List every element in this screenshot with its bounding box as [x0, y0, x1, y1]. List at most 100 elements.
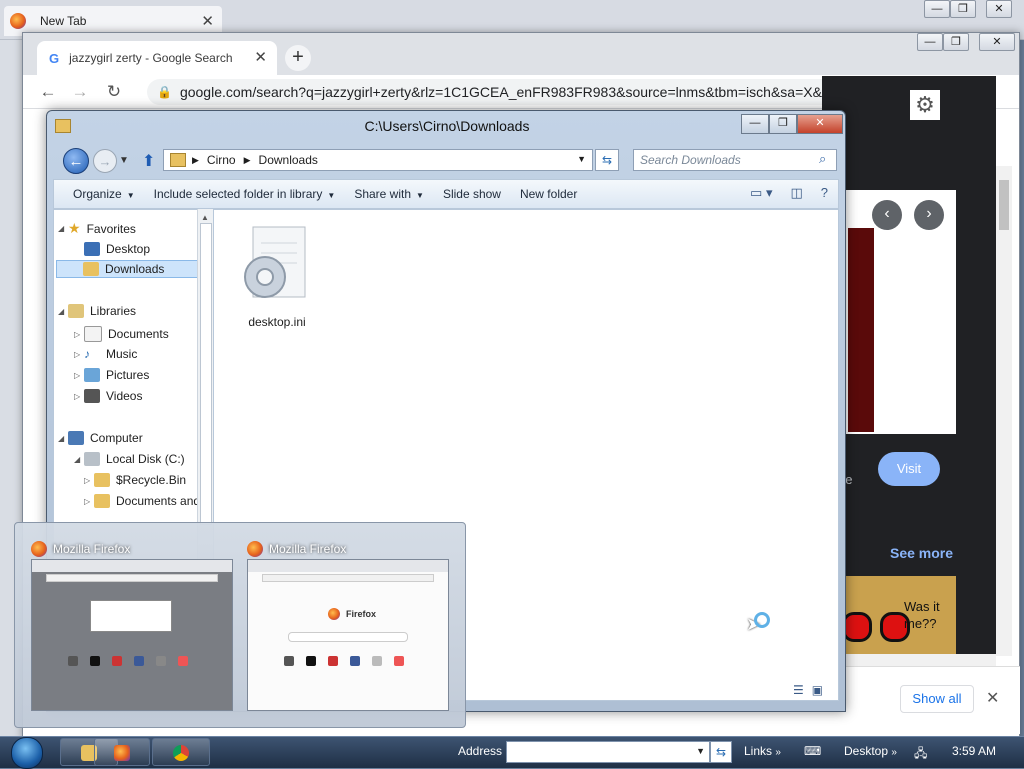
close-tab-icon[interactable]: ✕ [201, 12, 214, 30]
breadcrumb-item[interactable]: Downloads [259, 153, 318, 167]
show-all-downloads-button[interactable]: Show all [900, 685, 974, 713]
breadcrumb[interactable]: ▶ Cirno ▶ Downloads ▼ [163, 149, 593, 171]
expand-icon[interactable]: ◢ [58, 434, 68, 443]
window-title: C:\Users\Cirno\Downloads [364, 118, 530, 134]
search-input[interactable]: Search Downloads [633, 149, 837, 171]
new-tab-button[interactable]: + [285, 45, 311, 71]
windows-logo-icon [11, 737, 43, 769]
window-thumbnail[interactable] [31, 559, 233, 711]
firefox-icon [10, 13, 26, 29]
nav-music[interactable]: ▷ ♪ Music [74, 347, 137, 361]
chevron-right-icon: » [891, 747, 897, 758]
forward-arrow-icon[interactable]: → [93, 149, 117, 173]
see-more-link[interactable]: See more [890, 545, 953, 561]
slide-show-button[interactable]: Slide show [443, 187, 501, 201]
history-dropdown-icon[interactable]: ▼ [119, 155, 129, 166]
network-icon[interactable]: 🖧 [914, 744, 927, 765]
close-tab-icon[interactable]: ✕ [254, 48, 267, 66]
expand-icon[interactable]: ◢ [74, 455, 84, 464]
links-toolbar[interactable]: Links » [744, 744, 781, 758]
search-icon[interactable]: ⌕ [819, 151, 826, 167]
change-view-icon[interactable]: ▭ ▾ [750, 185, 772, 201]
address-toolbar-input[interactable]: ▼ [506, 741, 710, 763]
chevron-down-icon[interactable]: ▼ [696, 746, 705, 756]
details-view-icon[interactable]: ☰ [793, 683, 804, 697]
page-scrollbar[interactable] [996, 166, 1012, 656]
chrome-tab-title: jazzygirl zerty - Google Search [69, 51, 233, 65]
expand-icon[interactable]: ▷ [84, 497, 94, 506]
start-button[interactable] [4, 736, 48, 769]
drive-icon [84, 452, 100, 466]
close-button[interactable]: ✕ [979, 33, 1015, 51]
close-button[interactable]: ✕ [797, 114, 843, 134]
thumbnail-searchbox [288, 632, 408, 642]
nav-libraries[interactable]: ◢ Libraries [58, 304, 136, 318]
nav-documents-and-settings[interactable]: ▷ Documents and [84, 494, 200, 508]
file-name[interactable]: desktop.ini [237, 315, 317, 329]
chevron-down-icon[interactable]: ▼ [577, 154, 586, 164]
maximize-button[interactable]: ❐ [943, 33, 969, 51]
lock-icon: 🔒 [157, 85, 172, 99]
chrome-tab[interactable]: G jazzygirl zerty - Google Search ✕ [37, 41, 277, 75]
nav-favorites[interactable]: ◢ ★ Favorites [58, 220, 136, 237]
maximize-button[interactable]: ❐ [950, 0, 976, 18]
expand-icon[interactable]: ▷ [74, 392, 84, 401]
thumbnail-title[interactable]: Mozilla Firefox [247, 541, 346, 557]
large-icons-view-icon[interactable]: ▣ [812, 683, 823, 697]
minimize-button[interactable]: — [741, 114, 769, 134]
back-arrow-icon[interactable]: ← [37, 82, 59, 102]
next-image-icon[interactable]: › [914, 200, 944, 230]
nav-pictures[interactable]: ▷ Pictures [74, 368, 149, 382]
nav-downloads[interactable]: Downloads [56, 260, 212, 278]
share-with-menu[interactable]: Share with ▼ [354, 187, 424, 201]
taskbar-chrome-button[interactable] [152, 738, 210, 766]
expand-icon[interactable]: ▷ [84, 476, 94, 485]
nav-computer[interactable]: ◢ Computer [58, 431, 143, 445]
expand-icon[interactable]: ▷ [74, 350, 84, 359]
nav-local-disk[interactable]: ◢ Local Disk (C:) [74, 452, 185, 466]
maximize-button[interactable]: ❐ [769, 114, 797, 134]
include-in-library-menu[interactable]: Include selected folder in library ▼ [154, 187, 336, 201]
window-thumbnail[interactable]: Firefox [247, 559, 449, 711]
nav-videos[interactable]: ▷ Videos [74, 389, 142, 403]
minimize-button[interactable]: — [924, 0, 950, 18]
organize-menu[interactable]: Organize ▼ [73, 187, 135, 201]
keyboard-icon[interactable]: ⌨ [804, 744, 821, 758]
close-button[interactable]: ✕ [986, 0, 1012, 18]
expand-icon[interactable]: ◢ [58, 307, 68, 316]
up-folder-icon[interactable]: ⬆ [142, 151, 155, 171]
thumbnail-title[interactable]: Mozilla Firefox [31, 541, 130, 557]
expand-icon[interactable]: ▷ [74, 330, 84, 339]
nav-desktop[interactable]: Desktop [84, 242, 150, 256]
chevron-down-icon: ▼ [327, 191, 336, 200]
expand-icon[interactable]: ◢ [58, 224, 68, 233]
new-folder-button[interactable]: New folder [520, 187, 577, 201]
preview-pane-icon[interactable]: ◫ [790, 185, 802, 201]
clock[interactable]: 3:59 AM [952, 744, 996, 758]
nav-documents[interactable]: ▷ Documents [74, 326, 169, 342]
nav-recycle-bin[interactable]: ▷ $Recycle.Bin [84, 473, 186, 487]
settings-gear-icon[interactable]: ⚙ [910, 90, 940, 120]
scroll-thumb[interactable] [200, 223, 212, 525]
thumbnail-shortcuts [68, 656, 188, 666]
back-arrow-icon[interactable]: ← [63, 148, 89, 174]
breadcrumb-separator-icon[interactable]: ▶ [244, 155, 251, 166]
breadcrumb-item[interactable]: Cirno [207, 153, 236, 167]
address-bar[interactable]: 🔒 google.com/search?q=jazzygirl+zerty&rl… [147, 79, 867, 105]
settings-file-icon[interactable] [239, 223, 311, 313]
taskbar-firefox-button[interactable] [94, 738, 150, 766]
forward-arrow-icon[interactable]: → [69, 82, 91, 102]
breadcrumb-separator-icon[interactable]: ▶ [192, 155, 199, 166]
visit-button[interactable]: Visit [878, 452, 940, 486]
close-download-bar-icon[interactable]: ✕ [986, 688, 999, 708]
scroll-up-icon[interactable]: ▲ [201, 213, 209, 222]
nav-label: Favorites [86, 221, 136, 236]
minimize-button[interactable]: — [917, 33, 943, 51]
reload-icon[interactable]: ↻ [103, 82, 125, 102]
previous-image-icon[interactable]: ‹ [872, 200, 902, 230]
help-icon[interactable]: ? [821, 185, 828, 201]
expand-icon[interactable]: ▷ [74, 371, 84, 380]
refresh-icon[interactable]: ⇆ [595, 149, 619, 171]
go-icon[interactable]: ⇆ [710, 741, 732, 763]
desktop-toolbar[interactable]: Desktop » [844, 744, 897, 758]
